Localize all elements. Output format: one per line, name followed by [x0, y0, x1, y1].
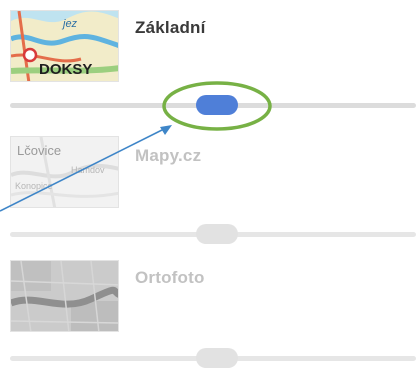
layer-row-ortofoto[interactable]: Ortofoto	[0, 240, 416, 368]
layer-row-zakladni[interactable]: jez DOKSY Základní	[0, 0, 416, 120]
layer-label-mapy: Mapy.cz	[135, 146, 202, 165]
layer-row-mapy[interactable]: Lčovice Hamdov Konopice Mapy.cz	[0, 120, 416, 244]
opacity-slider-handle-ortofoto[interactable]	[196, 348, 238, 368]
mapy-map-thumbnail[interactable]: Lčovice Hamdov Konopice	[10, 136, 119, 208]
svg-text:Hamdov: Hamdov	[71, 165, 105, 175]
svg-text:jez: jez	[61, 18, 78, 30]
basemap-thumbnail-image: jez DOKSY	[11, 11, 118, 81]
layer-label-zakladni: Základní	[135, 18, 206, 37]
svg-text:Konopice: Konopice	[15, 181, 53, 191]
ortofoto-thumbnail-image	[11, 261, 118, 331]
layer-label-ortofoto: Ortofoto	[135, 268, 205, 287]
mapy-thumbnail-image: Lčovice Hamdov Konopice	[11, 137, 118, 207]
opacity-slider-handle-zakladni[interactable]	[196, 95, 238, 115]
zakladni-map-thumbnail[interactable]: jez DOKSY	[10, 10, 119, 82]
svg-text:DOKSY: DOKSY	[39, 61, 92, 78]
ortofoto-map-thumbnail[interactable]	[10, 260, 119, 332]
svg-text:Lčovice: Lčovice	[17, 143, 61, 158]
